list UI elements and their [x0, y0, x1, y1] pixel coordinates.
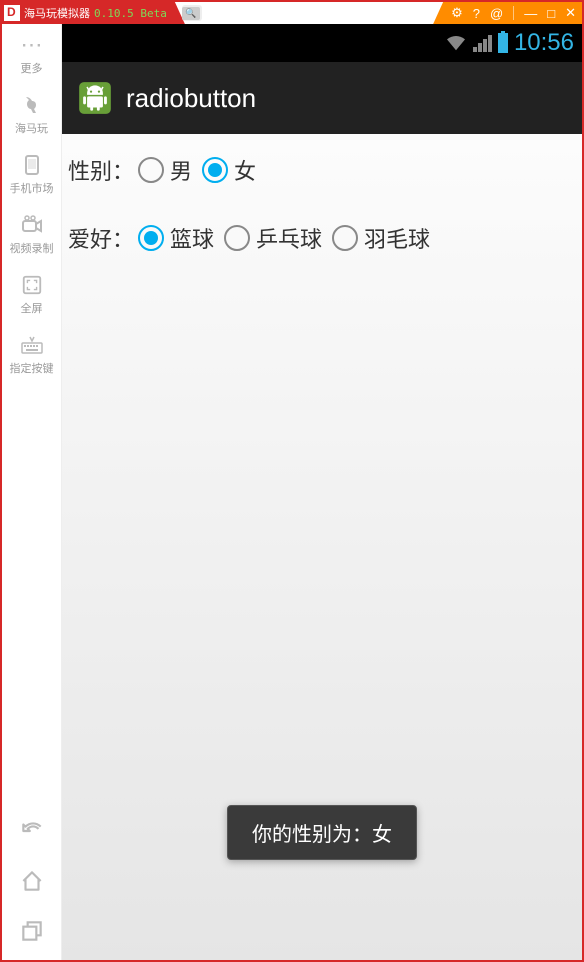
signal-icon [473, 34, 492, 52]
sidebar-item-haima[interactable]: 海马玩 [2, 84, 61, 144]
sidebar-item-more[interactable]: ⋯ 更多 [2, 24, 61, 84]
sidebar-item-keymap[interactable]: 指定按键 [2, 324, 61, 384]
sidebar-item-label: 更多 [21, 60, 43, 76]
app-name: 海马玩模拟器 [24, 5, 90, 21]
gender-label: 性别： [68, 154, 134, 186]
more-icon: ⋯ [21, 32, 43, 58]
sidebar-item-fullscreen[interactable]: 全屏 [2, 264, 61, 324]
sidebar-item-label: 海马玩 [15, 120, 48, 136]
app-version: 0.10.5 Beta [94, 7, 167, 20]
hobby-row: 爱好： 篮球 乒乓球 羽毛球 [68, 222, 576, 254]
title-bar-right: ⚙ ? @ — □ ✕ [433, 2, 582, 24]
radio-label: 篮球 [170, 222, 214, 254]
wifi-icon [445, 34, 467, 52]
back-icon[interactable] [19, 818, 45, 850]
radio-label: 羽毛球 [364, 222, 430, 254]
sidebar-top: ⋯ 更多 海马玩 手机市场 视频录制 [2, 24, 61, 818]
sidebar-item-record[interactable]: 视频录制 [2, 204, 61, 264]
home-icon[interactable] [19, 868, 45, 900]
radio-icon [224, 225, 250, 251]
app-title: radiobutton [126, 83, 256, 114]
keyboard-icon [20, 332, 44, 358]
recent-icon[interactable] [19, 918, 45, 950]
gender-row: 性别： 男 女 [68, 154, 576, 186]
radio-gender-female[interactable]: 女 [202, 154, 256, 186]
sidebar: ⋯ 更多 海马玩 手机市场 视频录制 [2, 24, 62, 960]
radio-label: 乒乓球 [256, 222, 322, 254]
radio-hobby-pingpong[interactable]: 乒乓球 [224, 222, 322, 254]
radio-label: 女 [234, 154, 256, 186]
minimize-icon[interactable]: — [524, 6, 537, 21]
search-icon[interactable]: 🔍 [182, 7, 200, 20]
close-icon[interactable]: ✕ [565, 5, 576, 21]
window-title-bar: 海马玩模拟器 0.10.5 Beta 🔍 ⚙ ? @ — □ ✕ [2, 2, 582, 24]
radio-hobby-badminton[interactable]: 羽毛球 [332, 222, 430, 254]
sidebar-item-market[interactable]: 手机市场 [2, 144, 61, 204]
help-icon[interactable]: ? [473, 6, 480, 21]
radio-icon [202, 157, 228, 183]
sidebar-item-label: 全屏 [21, 300, 43, 316]
search-input[interactable]: 🔍 [182, 5, 202, 21]
radio-hobby-basketball[interactable]: 篮球 [138, 222, 214, 254]
record-icon [20, 212, 44, 238]
maximize-icon[interactable]: □ [547, 6, 555, 21]
hobby-label: 爱好： [68, 222, 134, 254]
radio-icon [138, 225, 164, 251]
android-status-bar: 10:56 [62, 24, 582, 62]
main-layout: ⋯ 更多 海马玩 手机市场 视频录制 [2, 24, 582, 960]
divider [513, 6, 514, 20]
toast-message: 你的性别为：女 [227, 805, 417, 860]
radio-icon [332, 225, 358, 251]
status-time: 10:56 [514, 29, 574, 57]
app-bar: radiobutton [62, 62, 582, 134]
fullscreen-icon [21, 272, 43, 298]
radio-icon [138, 157, 164, 183]
radio-gender-male[interactable]: 男 [138, 154, 192, 186]
settings-icon[interactable]: ⚙ [451, 5, 463, 21]
title-bar-left: 海马玩模拟器 0.10.5 Beta [2, 2, 185, 24]
sidebar-item-label: 手机市场 [10, 180, 54, 196]
horse-icon [20, 92, 44, 118]
sidebar-item-label: 视频录制 [10, 240, 54, 256]
toast-text: 你的性别为：女 [252, 824, 392, 846]
at-icon[interactable]: @ [490, 6, 503, 21]
market-icon [20, 152, 44, 178]
radio-label: 男 [170, 154, 192, 186]
battery-icon [498, 33, 508, 53]
android-icon [76, 79, 114, 117]
search-container: 🔍 [202, 2, 402, 24]
app-logo-icon [4, 5, 20, 21]
phone-screen: 10:56 radiobutton [62, 24, 582, 960]
sidebar-item-label: 指定按键 [10, 360, 54, 376]
sidebar-bottom [2, 818, 61, 960]
